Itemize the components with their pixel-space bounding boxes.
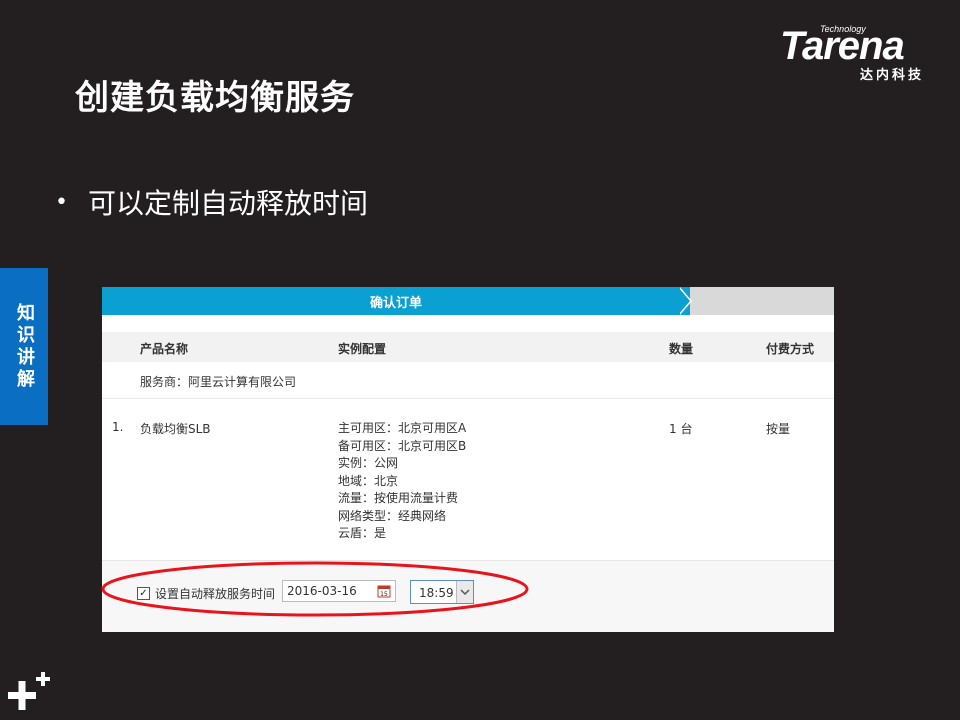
bullet-item: • 可以定制自动释放时间 <box>55 182 368 222</box>
tarena-logo: Technology Tarena 达内科技 <box>780 24 945 84</box>
row-quantity: 1 台 <box>669 422 693 436</box>
config-line: 云盾：是 <box>338 526 387 540</box>
vendor-row: 服务商：阿里云计算有限公司 <box>102 362 834 399</box>
step-progress-bar: 确认订单 <box>102 287 834 315</box>
config-line: 地域：北京 <box>338 473 399 488</box>
row-index: 1. <box>112 420 124 434</box>
bullet-dot-icon: • <box>55 189 68 215</box>
step-arrow <box>678 287 690 315</box>
row-product: 负载均衡SLB <box>140 422 211 436</box>
config-line: 备可用区：北京可用区B <box>338 438 467 453</box>
logo-wordmark: Tarena <box>780 24 905 68</box>
row-payment: 按量 <box>766 422 791 436</box>
side-tab-label: 知识讲解 <box>14 302 35 391</box>
highlight-ellipse <box>101 561 529 617</box>
config-line: 流量：按使用流量计费 <box>338 491 459 505</box>
plus-icon <box>8 672 50 710</box>
bullet-text: 可以定制自动释放时间 <box>87 187 368 220</box>
config-line: 网络类型：经典网络 <box>338 508 447 523</box>
table-header: 产品名称 实例配置 数量 付费方式 <box>102 332 834 362</box>
step-confirm-order: 确认订单 <box>102 287 690 315</box>
config-line: 主可用区：北京可用区A <box>338 421 467 435</box>
step-confirm-order-label: 确认订单 <box>369 295 422 311</box>
config-line: 实例：公网 <box>338 456 399 470</box>
header-quantity: 数量 <box>669 342 694 356</box>
side-tab-knowledge: 知识讲解 <box>0 268 48 425</box>
vendor-text: 服务商：阿里云计算有限公司 <box>140 375 297 389</box>
logo-subtitle: 达内科技 <box>860 68 925 83</box>
header-payment: 付费方式 <box>766 342 815 356</box>
header-config: 实例配置 <box>338 342 387 356</box>
row-config-list: 主可用区：北京可用区A 备可用区：北京可用区B 实例：公网 地域：北京 流量：按… <box>338 420 466 543</box>
slide-title: 创建负载均衡服务 <box>75 78 355 118</box>
header-product: 产品名称 <box>140 342 189 356</box>
